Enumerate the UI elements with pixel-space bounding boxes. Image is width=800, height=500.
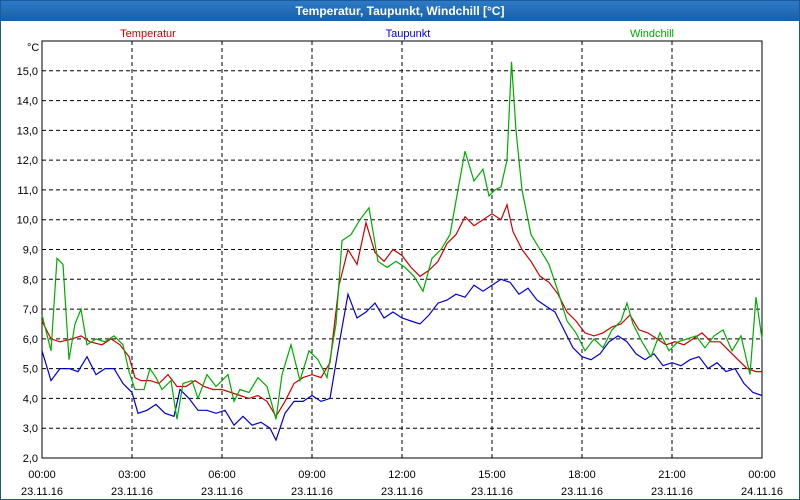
- y-tick-label: 5,0: [23, 364, 38, 376]
- x-tick-time: 12:00: [388, 469, 416, 481]
- y-tick-label: 15,0: [17, 66, 38, 78]
- y-tick-label: 10,0: [17, 215, 38, 227]
- x-tick-time: 21:00: [658, 469, 686, 481]
- legend-entry-windchill: Windchill: [630, 28, 674, 40]
- x-tick-date: 23.11.16: [381, 486, 423, 498]
- y-tick-label: 2,0: [23, 453, 38, 465]
- x-tick-time: 18:00: [568, 469, 596, 481]
- y-tick-label: 9,0: [23, 245, 38, 257]
- chart-title-bar: Temperatur, Taupunkt, Windchill [°C]: [1, 1, 799, 21]
- x-tick-date: 23.11.16: [201, 486, 243, 498]
- x-tick-date: 23.11.16: [561, 486, 603, 498]
- x-tick-time: 00:00: [28, 469, 56, 481]
- chart-plot: 2,0 3,0 4,0 5,0 6,0 7,0 8,0 9,0 10,0 11,0 12,0 13,0…: [17, 28, 783, 498]
- y-tick-label: 7,0: [23, 304, 38, 316]
- x-tick-date: 23.11.16: [291, 486, 333, 498]
- x-tick-time: 00:00: [748, 469, 776, 481]
- y-tick-label: 13,0: [17, 125, 38, 137]
- legend-entry-taupunkt: Taupunkt: [386, 28, 431, 40]
- y-tick-label: 3,0: [23, 423, 38, 435]
- x-tick-date: 23.11.16: [111, 486, 153, 498]
- legend: Temperatur Taupunkt Windchill: [120, 28, 674, 40]
- x-tick-time: 15:00: [478, 469, 506, 481]
- x-tick-date: 23.11.16: [471, 486, 513, 498]
- x-tick-time: 03:00: [118, 469, 146, 481]
- y-tick-label: 14,0: [17, 96, 38, 108]
- y-axis-label: °C: [27, 42, 39, 54]
- x-tick-date: 24.11.16: [741, 486, 783, 498]
- grid: [41, 41, 763, 459]
- y-tick-label: 4,0: [23, 393, 38, 405]
- y-tick-label: 8,0: [23, 274, 38, 286]
- x-tick-date: 23.11.16: [651, 486, 693, 498]
- y-tick-label: 6,0: [23, 334, 38, 346]
- x-tick-time: 09:00: [298, 469, 326, 481]
- y-tick-label: 12,0: [17, 155, 38, 167]
- chart-window: Temperatur, Taupunkt, Windchill [°C] 2,0…: [0, 0, 800, 500]
- legend-entry-temperatur: Temperatur: [120, 28, 176, 40]
- y-tick-label: 11,0: [17, 185, 38, 197]
- chart-title: Temperatur, Taupunkt, Windchill [°C]: [295, 4, 505, 18]
- x-tick-date: 23.11.16: [21, 486, 63, 498]
- x-tick-time: 06:00: [208, 469, 236, 481]
